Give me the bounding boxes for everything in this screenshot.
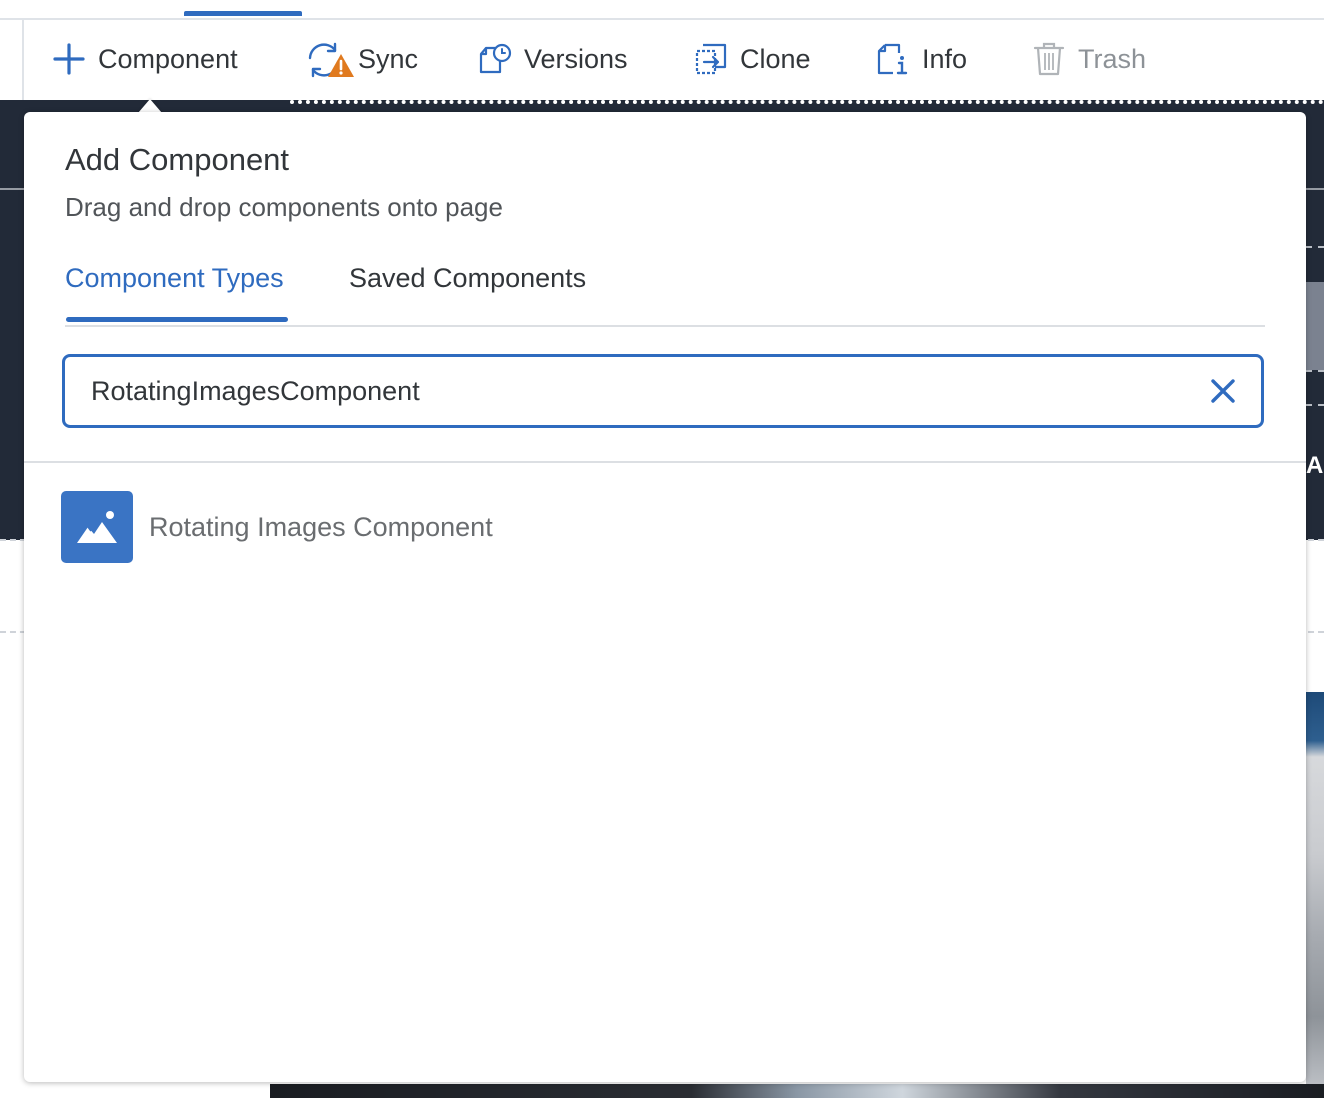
background-heading-fragment: AI [1306,452,1324,479]
trash-icon [1032,42,1066,76]
versions-icon [478,42,512,76]
component-tabs: Component Types Saved Components [65,257,1265,327]
component-result-label: Rotating Images Component [149,511,493,542]
info-icon [876,42,910,76]
active-tab-underline [66,317,288,322]
background-dashed-line [1306,246,1324,248]
clone-label: Clone [740,43,811,74]
versions-label: Versions [524,43,628,74]
background-photo [1306,692,1324,1098]
trash-label: Trash [1078,43,1147,74]
active-tab-indicator [184,11,302,16]
add-component-button[interactable]: Component [52,38,238,80]
sync-button[interactable]: Sync [304,38,418,80]
builder-toolbar: Component Sync Versions Clone Info Trash [0,0,1324,100]
clear-search-icon[interactable] [1207,375,1239,407]
background-drop-zone-border [290,100,1324,104]
background-block [1306,282,1324,370]
clone-button[interactable]: Clone [694,38,811,80]
popover-arrow [138,99,162,113]
popover-subtitle: Drag and drop components onto page [65,192,503,222]
tab-saved-components[interactable]: Saved Components [349,263,586,294]
component-result-item[interactable]: Rotating Images Component [61,491,493,563]
background-dashed-line [1306,370,1324,372]
plus-icon [52,42,86,76]
add-component-popover: Add Component Drag and drop components o… [24,112,1306,1082]
component-search-input[interactable] [89,374,1193,408]
results-divider [24,461,1306,463]
background-photo [270,1084,1324,1098]
component-search-box [62,354,1264,428]
sync-warning-icon [304,42,354,78]
toolbar-divider [22,20,24,100]
popover-title: Add Component [65,142,290,177]
add-component-label: Component [98,43,238,74]
image-icon [61,491,133,563]
clone-icon [694,42,728,76]
background-dashed-line [1306,404,1324,406]
toolbar-divider [0,18,1324,20]
info-label: Info [922,43,968,74]
trash-button[interactable]: Trash [1032,38,1146,80]
info-button[interactable]: Info [876,38,967,80]
versions-button[interactable]: Versions [478,38,628,80]
tab-component-types[interactable]: Component Types [65,263,284,294]
sync-label: Sync [358,43,419,74]
